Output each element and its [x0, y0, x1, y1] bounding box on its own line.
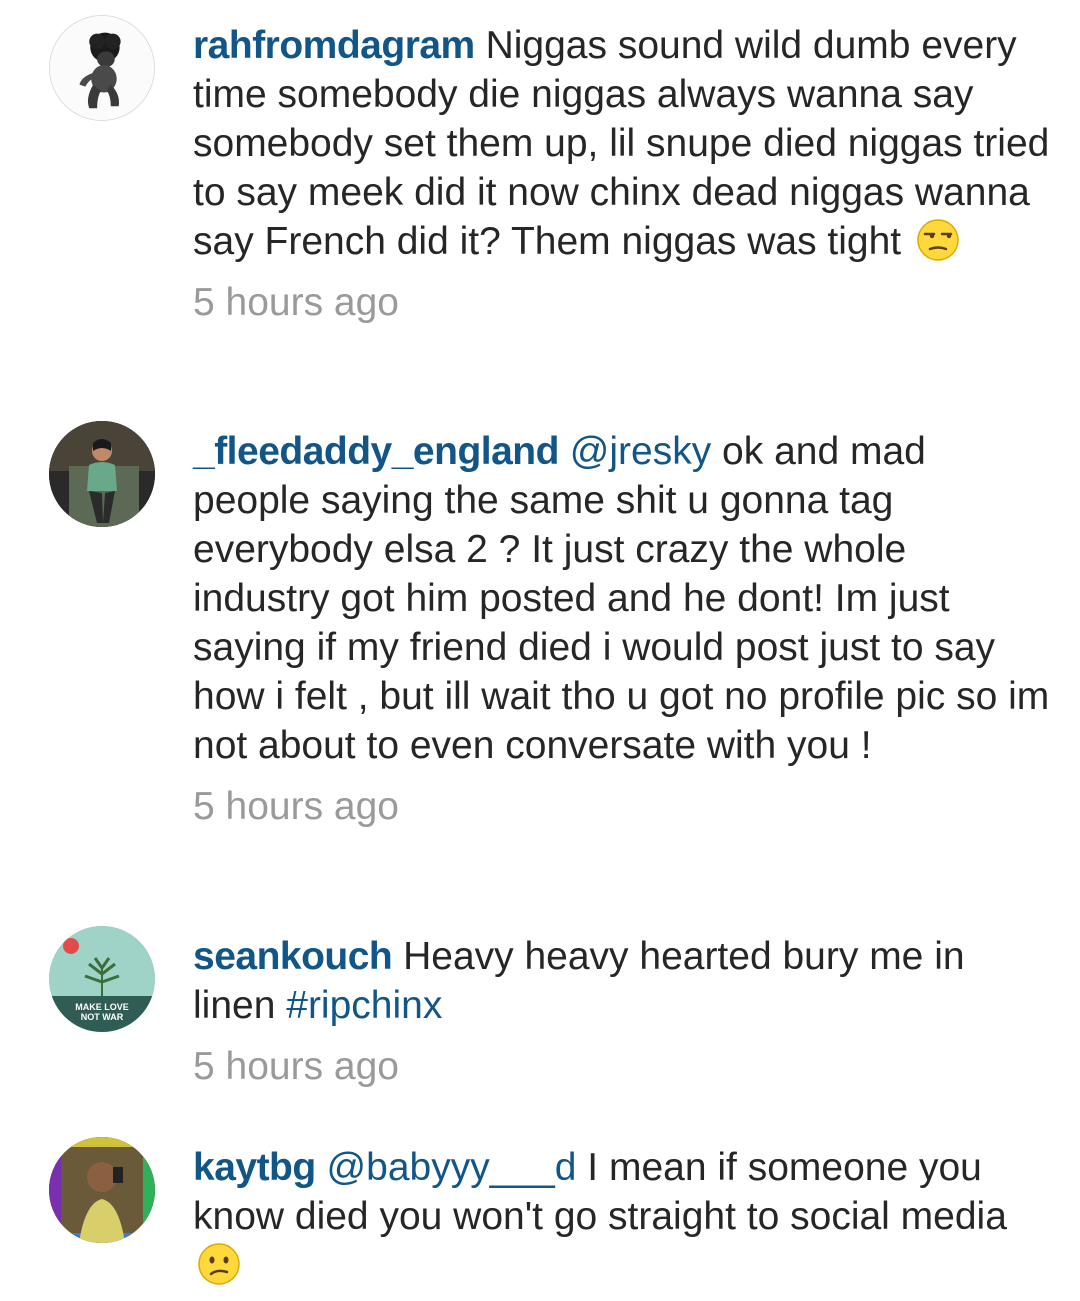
comment-username[interactable]: seankouch — [193, 935, 393, 978]
comment-mention[interactable]: @babyyy___d — [327, 1146, 577, 1189]
avatar[interactable] — [49, 421, 155, 527]
svg-text:MAKE LOVE: MAKE LOVE — [75, 1002, 129, 1012]
comment-username[interactable]: rahfromdagram — [193, 24, 475, 67]
person-photo-icon — [49, 421, 155, 527]
comment-timestamp: 5 hours ago — [193, 281, 399, 324]
avatar[interactable]: MAKE LOVE NOT WAR — [49, 926, 155, 1032]
comment-hashtag[interactable]: #ripchinx — [286, 984, 442, 1027]
comment-username[interactable]: kaytbg — [193, 1146, 316, 1189]
svg-text:NOT WAR: NOT WAR — [81, 1012, 124, 1022]
person-selfie-icon — [49, 1137, 155, 1243]
plant-poster-icon: MAKE LOVE NOT WAR — [49, 926, 155, 1032]
avatar[interactable] — [49, 1137, 155, 1243]
comment-timestamp: 5 hours ago — [193, 1045, 399, 1088]
avatar[interactable] — [49, 15, 155, 121]
comment-text: I mean if someone you know died you won'… — [193, 1146, 1007, 1238]
unamused-face-emoji — [916, 218, 960, 262]
comment-timestamp: 5 hours ago — [193, 785, 399, 828]
comment-mention[interactable]: @jresky — [570, 430, 711, 473]
baby-photo-icon — [50, 16, 154, 120]
comment-username[interactable]: _fleedaddy_england — [193, 430, 559, 473]
confused-face-emoji — [197, 1242, 241, 1286]
comment-text: ok and mad people saying the same shit u… — [193, 430, 1050, 767]
